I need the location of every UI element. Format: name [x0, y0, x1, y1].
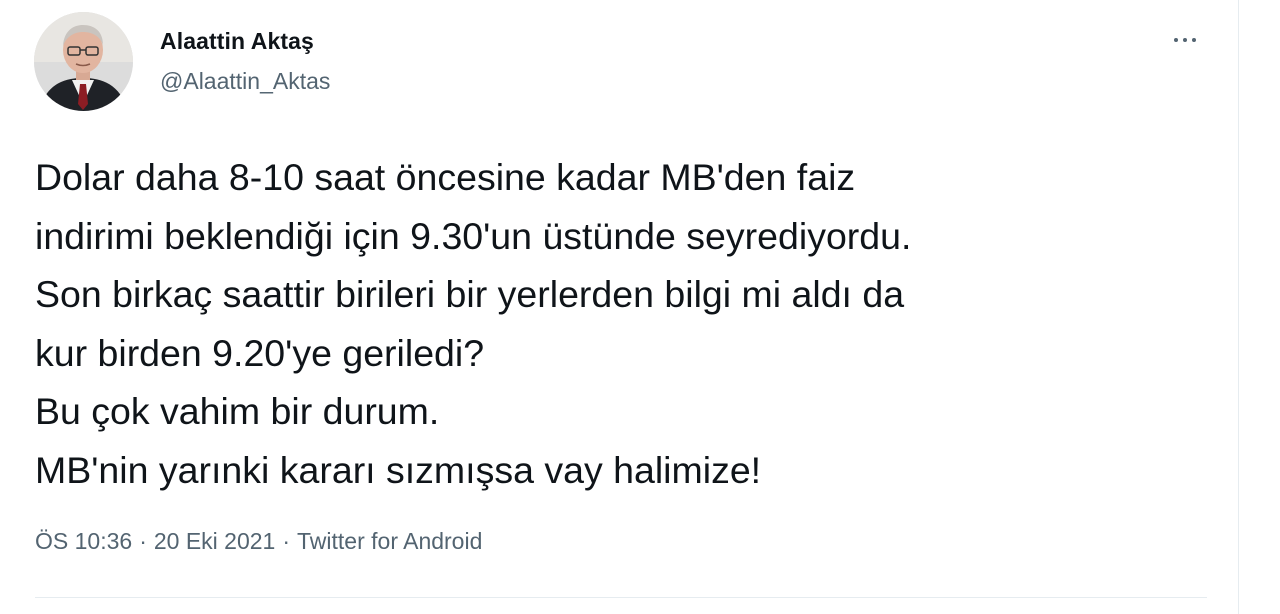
tweet-text-line: indirimi beklendiği için 9.30'un üstünde…: [35, 214, 912, 257]
tweet-date[interactable]: 20 Eki 2021: [154, 528, 275, 554]
tweet-text-line: kur birden 9.20'ye geriledi?: [35, 331, 485, 374]
more-horizontal-icon: [1174, 38, 1178, 42]
tweet-card: Alaattin Aktaş @Alaattin_Aktas Dolar dah…: [0, 0, 1239, 614]
tweet-text: Dolar daha 8-10 saat öncesine kadar MB'd…: [35, 148, 1215, 499]
divider: [35, 597, 1207, 598]
author-handle[interactable]: @Alaattin_Aktas: [160, 68, 330, 95]
more-horizontal-icon-dot: [1192, 38, 1196, 42]
author-name[interactable]: Alaattin Aktaş: [160, 28, 314, 55]
avatar-photo: [34, 12, 133, 111]
more-options-button[interactable]: [1163, 24, 1207, 56]
meta-separator: ·: [282, 528, 291, 554]
tweet-source[interactable]: Twitter for Android: [297, 528, 482, 554]
avatar[interactable]: [34, 12, 133, 111]
tweet-text-line: Dolar daha 8-10 saat öncesine kadar MB'd…: [35, 156, 856, 198]
tweet-text-line: Bu çok vahim bir durum.: [35, 390, 440, 432]
meta-separator: ·: [139, 528, 147, 554]
tweet-time[interactable]: ÖS 10:36: [35, 528, 132, 554]
tweet-text-line: MB'nin yarınki kararı sızmışsa vay halim…: [35, 448, 762, 491]
tweet-metadata: ÖS 10:36 · 20 Eki 2021 · Twitter for Android: [35, 528, 482, 555]
tweet-text-line: Son birkaç saattir birileri bir yerlerde…: [35, 273, 905, 315]
more-horizontal-icon-dot: [1183, 38, 1187, 42]
